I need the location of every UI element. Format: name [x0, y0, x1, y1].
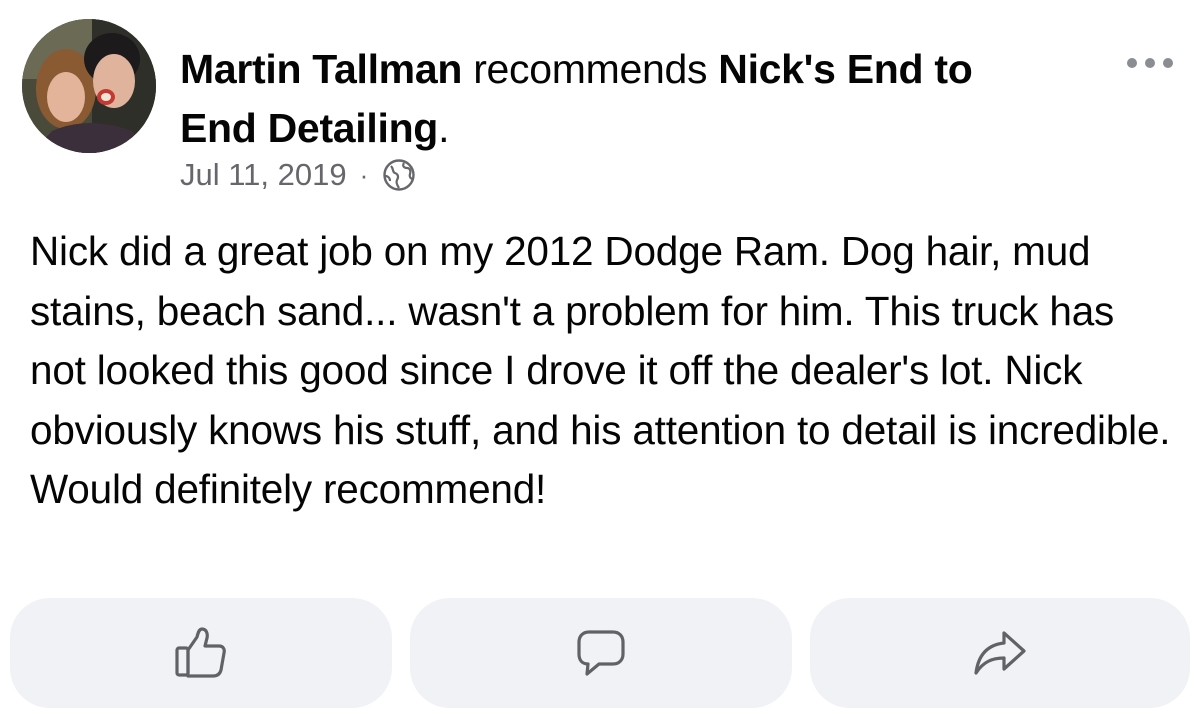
comment-icon	[577, 630, 625, 676]
post-body-text: Nick did a great job on my 2012 Dodge Ra…	[30, 228, 1171, 512]
like-button[interactable]	[10, 598, 392, 708]
action-bar	[0, 598, 1200, 708]
post-date[interactable]: Jul 11, 2019	[180, 157, 347, 193]
comment-button[interactable]	[410, 598, 792, 708]
avatar-photo	[22, 19, 156, 153]
headline-period: .	[438, 105, 450, 151]
share-button[interactable]	[810, 598, 1190, 708]
share-icon	[974, 631, 1026, 675]
post-header: Martin Tallman recommends Nick's End to …	[0, 0, 1200, 200]
recommends-text: recommends	[473, 46, 708, 92]
meta-separator: ·	[359, 159, 369, 190]
post-headline: Martin Tallman recommends Nick's End to …	[180, 40, 1060, 158]
thumbs-up-icon	[175, 627, 226, 678]
more-options-icon	[1127, 58, 1173, 68]
author-name[interactable]: Martin Tallman	[180, 46, 462, 92]
avatar[interactable]	[22, 19, 156, 153]
post-meta: Jul 11, 2019 ·	[180, 152, 416, 198]
globe-icon[interactable]	[382, 158, 416, 192]
more-options-button[interactable]	[1120, 48, 1180, 78]
